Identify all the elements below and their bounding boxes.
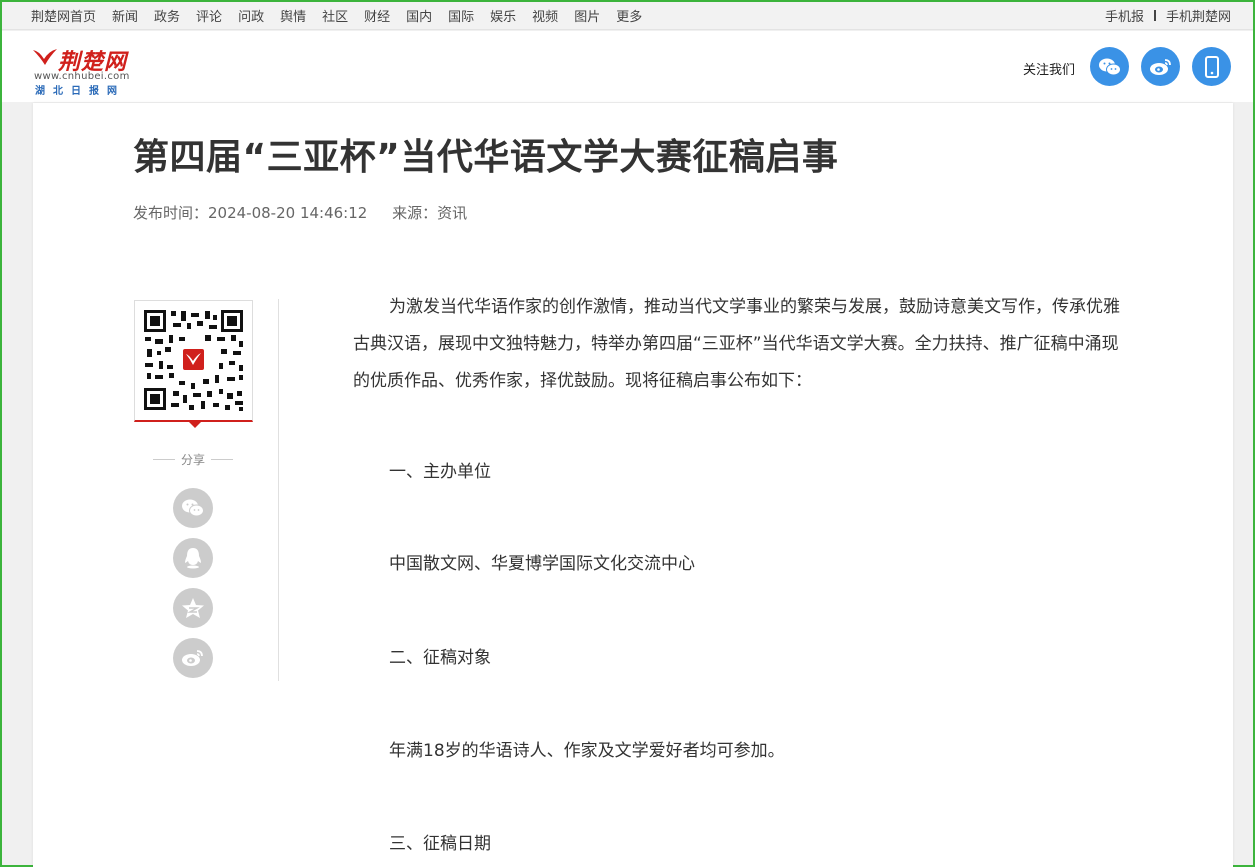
top-navigation-bar: 荆楚网首页 新闻 政务 评论 问政 舆情 社区 财经 国内 国际 娱乐 视频 图… bbox=[2, 2, 1253, 30]
nav-link-pictures[interactable]: 图片 bbox=[574, 6, 600, 25]
nav-link-news[interactable]: 新闻 bbox=[112, 6, 138, 25]
qr-pointer-icon bbox=[189, 422, 201, 428]
nav-link-government[interactable]: 政务 bbox=[154, 6, 180, 25]
weibo-icon bbox=[1149, 58, 1171, 75]
site-header: 荆楚网 www.cnhubei.com 湖北日报网 关注我们 bbox=[2, 31, 1253, 102]
nav-link-more[interactable]: 更多 bbox=[616, 6, 642, 25]
qq-icon bbox=[185, 548, 201, 569]
article-paragraph: 为激发当代华语作家的创作激情，推动当代文学事业的繁荣与发展，鼓励诗意美文写作，传… bbox=[353, 297, 1120, 391]
article-paragraph: 年满18岁的华语诗人、作家及文学爱好者均可参加。 bbox=[389, 741, 785, 761]
section-heading: 二、征稿对象 bbox=[389, 648, 491, 668]
nav-link-video[interactable]: 视频 bbox=[532, 6, 558, 25]
qr-code-icon bbox=[135, 301, 252, 419]
logo-url: www.cnhubei.com bbox=[34, 71, 130, 82]
mobile-icon bbox=[1204, 55, 1219, 78]
qr-code bbox=[134, 300, 253, 428]
mobile-site-link[interactable]: 手机荆楚网 bbox=[1166, 6, 1231, 25]
logo-bird-icon bbox=[33, 49, 57, 65]
follow-weibo-button[interactable] bbox=[1141, 47, 1180, 86]
wechat-icon bbox=[1098, 58, 1121, 75]
article-paragraph: 中国散文网、华夏博学国际文化交流中心 bbox=[389, 554, 695, 574]
nav-link-international[interactable]: 国际 bbox=[448, 6, 474, 25]
nav-link-inquiry[interactable]: 问政 bbox=[238, 6, 264, 25]
link-divider bbox=[1153, 10, 1156, 21]
site-channel-links: 荆楚网首页 新闻 政务 评论 问政 舆情 社区 财经 国内 国际 娱乐 视频 图… bbox=[31, 6, 658, 25]
nav-link-public-opinion[interactable]: 舆情 bbox=[280, 6, 306, 25]
share-sidebar: 分享 bbox=[133, 299, 279, 681]
share-qq-button[interactable] bbox=[173, 538, 213, 578]
follow-wechat-button[interactable] bbox=[1090, 47, 1129, 86]
share-wechat-button[interactable] bbox=[173, 488, 213, 528]
qzone-icon bbox=[182, 598, 204, 618]
nav-link-commentary[interactable]: 评论 bbox=[196, 6, 222, 25]
follow-mobile-button[interactable] bbox=[1192, 47, 1231, 86]
article-source: 来源：资讯 bbox=[392, 204, 468, 222]
section-heading: 一、主办单位 bbox=[389, 462, 491, 482]
share-qzone-button[interactable] bbox=[173, 588, 213, 628]
nav-link-domestic[interactable]: 国内 bbox=[406, 6, 432, 25]
nav-link-home[interactable]: 荆楚网首页 bbox=[31, 6, 96, 25]
site-logo[interactable]: 荆楚网 www.cnhubei.com 湖北日报网 bbox=[32, 44, 132, 97]
article-card: 第四届“三亚杯”当代华语文学大赛征稿启事 发布时间：2024-08-20 14:… bbox=[33, 103, 1233, 867]
nav-link-community[interactable]: 社区 bbox=[322, 6, 348, 25]
article-title: 第四届“三亚杯”当代华语文学大赛征稿启事 bbox=[133, 137, 839, 178]
article-meta: 发布时间：2024-08-20 14:46:12 来源：资讯 bbox=[133, 202, 467, 223]
weibo-icon bbox=[182, 650, 203, 666]
publish-time: 发布时间：2024-08-20 14:46:12 bbox=[133, 204, 368, 222]
mobile-newspaper-link[interactable]: 手机报 bbox=[1105, 6, 1144, 25]
nav-link-entertainment[interactable]: 娱乐 bbox=[490, 6, 516, 25]
mobile-links: 手机报 手机荆楚网 bbox=[1105, 6, 1231, 25]
wechat-icon bbox=[182, 499, 204, 517]
share-weibo-button[interactable] bbox=[173, 638, 213, 678]
logo-paper-name: 湖北日报网 bbox=[35, 86, 125, 97]
follow-us-label: 关注我们 bbox=[1023, 63, 1076, 78]
share-label: 分享 bbox=[153, 451, 233, 468]
nav-link-finance[interactable]: 财经 bbox=[364, 6, 390, 25]
section-heading: 三、征稿日期 bbox=[389, 834, 491, 854]
